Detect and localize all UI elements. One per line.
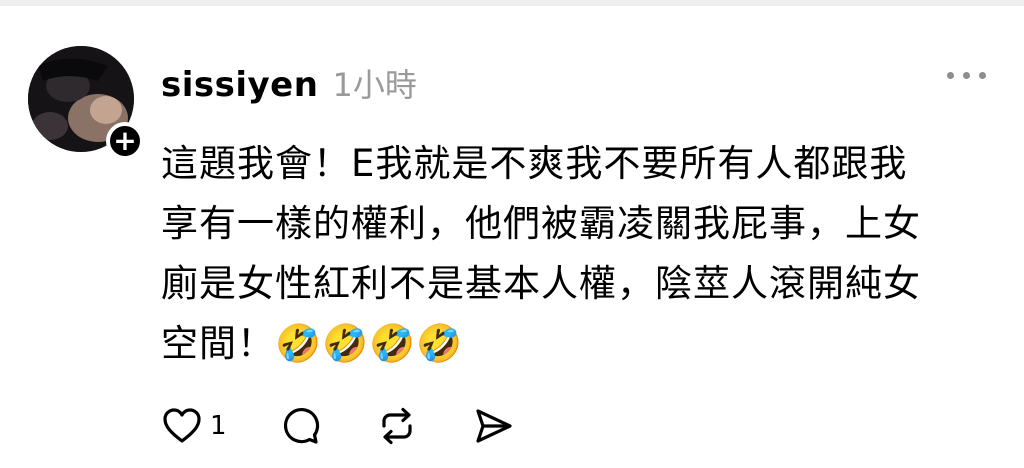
post-body-line: 空間！🤣🤣🤣🤣 <box>161 322 464 365</box>
avatar-container[interactable]: + <box>28 46 144 160</box>
post-body: 這題我會！E我就是不爽我不要所有人都跟我 享有一樣的權利，他們被霸凌關我屁事，上… <box>161 134 991 374</box>
repost-icon <box>381 407 412 445</box>
comment-icon <box>283 408 319 444</box>
post-body-line: 這題我會！E我就是不爽我不要所有人都跟我 <box>161 142 908 185</box>
action-bar: 1 <box>160 404 567 448</box>
post-header: sissiyen 1小時 <box>161 60 417 106</box>
more-horizontal-icon[interactable] <box>947 72 986 79</box>
heart-icon <box>163 408 201 443</box>
like-count: 1 <box>210 411 227 441</box>
share-button[interactable] <box>471 404 515 448</box>
post-time: 1小時 <box>332 66 417 104</box>
more-dot <box>979 72 986 79</box>
post-body-line: 享有一樣的權利，他們被霸凌關我屁事，上女 <box>161 202 921 245</box>
send-icon <box>475 409 512 443</box>
more-dot <box>947 72 954 79</box>
thread-post: + sissiyen 1小時 這題我會！E我就是不爽我不要所有人都跟我 享有一樣… <box>0 0 1024 468</box>
plus-icon: + <box>113 124 137 157</box>
follow-button[interactable]: + <box>106 122 144 160</box>
more-dot <box>963 72 970 79</box>
username[interactable]: sissiyen <box>161 65 318 105</box>
comment-button[interactable] <box>279 404 323 448</box>
repost-button[interactable] <box>375 404 419 448</box>
like-button[interactable]: 1 <box>160 404 227 448</box>
post-body-line: 廁是女性紅利不是基本人權，陰莖人滾開純女 <box>161 262 921 305</box>
